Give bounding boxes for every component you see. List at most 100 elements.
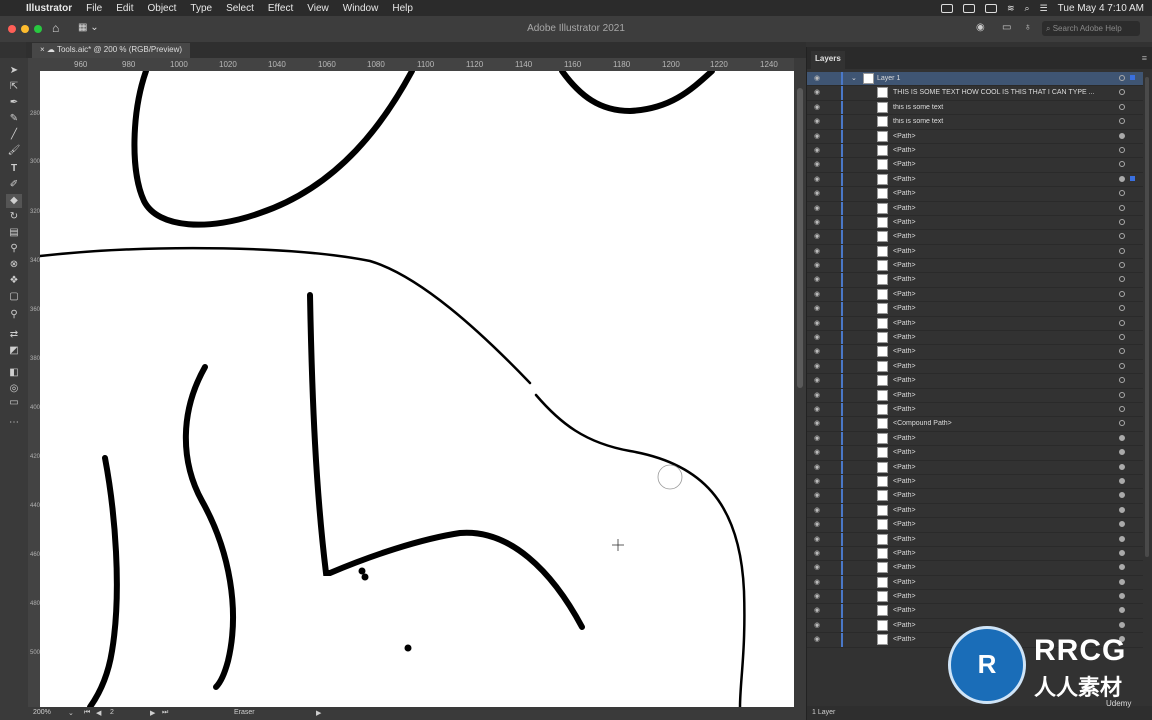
menu-file[interactable]: File xyxy=(86,3,102,14)
visibility-eye-icon[interactable]: ◉ xyxy=(814,550,823,557)
item-name[interactable]: <Path> xyxy=(893,233,1103,240)
item-target-icon[interactable] xyxy=(1119,521,1125,528)
current-tool-label[interactable]: Eraser xyxy=(234,709,255,716)
screen-icon[interactable] xyxy=(940,3,953,13)
layers-panel-tab[interactable]: Layers xyxy=(811,51,845,69)
item-name[interactable]: <Path> xyxy=(893,305,1103,312)
visibility-eye-icon[interactable]: ◉ xyxy=(814,89,823,96)
path-hair-curve[interactable] xyxy=(559,71,715,115)
visibility-eye-icon[interactable]: ◉ xyxy=(814,161,823,168)
more-tools-icon[interactable]: ⋯ xyxy=(6,416,22,430)
layer-item-row[interactable]: ◉ this is some text xyxy=(807,100,1143,116)
zoom-tool-icon[interactable]: ⚲ xyxy=(6,308,22,322)
layer-item-row[interactable]: ◉ <Path> xyxy=(807,446,1143,461)
item-name[interactable]: <Path> xyxy=(893,248,1103,255)
layer-item-row[interactable]: ◉ <Path> xyxy=(807,172,1143,188)
visibility-eye-icon[interactable]: ◉ xyxy=(814,248,823,255)
visibility-eye-icon[interactable]: ◉ xyxy=(814,320,823,327)
item-target-icon[interactable] xyxy=(1119,405,1125,412)
layer-item-row[interactable]: ◉ <Path> xyxy=(807,345,1143,360)
visibility-eye-icon[interactable]: ◉ xyxy=(814,147,823,154)
panel-icon[interactable]: ▭ xyxy=(1002,22,1011,33)
fill-stroke-swatch-icon[interactable]: ◩ xyxy=(6,344,22,364)
layer-item-row[interactable]: ◉ <Path> xyxy=(807,273,1143,288)
visibility-eye-icon[interactable]: ◉ xyxy=(814,492,823,499)
item-name[interactable]: <Path> xyxy=(893,176,1103,183)
item-target-icon[interactable] xyxy=(1119,218,1125,225)
item-target-icon[interactable] xyxy=(1119,262,1125,269)
close-tab-icon[interactable]: × xyxy=(40,45,47,54)
item-name[interactable]: <Path> xyxy=(893,406,1103,413)
layer-selection-indicator[interactable] xyxy=(1130,75,1135,80)
item-name[interactable]: <Path> xyxy=(893,377,1103,384)
user-icon[interactable]: ◉ xyxy=(976,22,985,33)
item-name[interactable]: <Path> xyxy=(893,593,1103,600)
draw-mode-icon[interactable]: ◎ xyxy=(6,382,22,396)
pen-tool-icon[interactable]: ✒ xyxy=(6,96,22,110)
item-name[interactable]: <Path> xyxy=(893,536,1103,543)
layer-item-row[interactable]: ◉ <Compound Path> xyxy=(807,417,1143,432)
item-name[interactable]: <Path> xyxy=(893,464,1103,471)
symbol-sprayer-tool-icon[interactable]: ❖ xyxy=(6,274,22,288)
layers-scroll-thumb[interactable] xyxy=(1145,77,1149,557)
layer-name[interactable]: Layer 1 xyxy=(877,75,1087,82)
visibility-eye-icon[interactable]: ◉ xyxy=(814,305,823,312)
menu-window[interactable]: Window xyxy=(343,3,379,14)
artboard-first-icon[interactable]: ⏮ xyxy=(84,709,90,717)
path-left-stroke[interactable] xyxy=(87,455,120,707)
visibility-eye-icon[interactable]: ◉ xyxy=(814,392,823,399)
menu-object[interactable]: Object xyxy=(147,3,176,14)
layer-item-row[interactable]: ◉ <Path> xyxy=(807,331,1143,346)
visibility-eye-icon[interactable]: ◉ xyxy=(814,607,823,614)
visibility-eye-icon[interactable]: ◉ xyxy=(814,334,823,341)
layer-item-row[interactable]: ◉ <Path> xyxy=(807,503,1143,519)
layer-row[interactable]: ◉ ⌄ Layer 1 xyxy=(807,72,1143,87)
layer-item-row[interactable]: ◉ <Path> xyxy=(807,532,1143,547)
item-target-icon[interactable] xyxy=(1119,319,1125,326)
item-name[interactable]: <Path> xyxy=(893,579,1103,586)
layer-item-row[interactable]: ◉ <Path> xyxy=(807,259,1143,274)
layer-item-row[interactable]: ◉ <Path> xyxy=(807,201,1143,216)
path-arm-line[interactable] xyxy=(534,393,746,707)
layer-item-row[interactable]: ◉ <Path> xyxy=(807,287,1143,303)
item-target-icon[interactable] xyxy=(1119,477,1125,484)
artboard-canvas[interactable] xyxy=(40,71,794,707)
layer-item-row[interactable]: ◉ <Path> xyxy=(807,402,1143,418)
visibility-eye-icon[interactable]: ◉ xyxy=(814,104,823,111)
item-target-icon[interactable] xyxy=(1119,463,1125,470)
item-name[interactable]: <Path> xyxy=(893,190,1103,197)
dot-point[interactable] xyxy=(358,567,366,575)
layer-item-row[interactable]: ◉ <Path> xyxy=(807,215,1143,231)
mirror-icon[interactable] xyxy=(962,3,975,13)
item-name[interactable]: <Path> xyxy=(893,392,1103,399)
item-target-icon[interactable] xyxy=(1119,247,1125,254)
item-name[interactable]: <Path> xyxy=(893,478,1103,485)
item-target-icon[interactable] xyxy=(1119,334,1125,341)
menu-help[interactable]: Help xyxy=(392,3,413,14)
eraser-tool-icon[interactable]: ◆ xyxy=(6,194,22,208)
layer-item-row[interactable]: ◉ <Path> xyxy=(807,575,1143,591)
vertical-ruler[interactable]: 280 300 320 340 360 380 400 420 440 460 … xyxy=(28,71,40,707)
visibility-eye-icon[interactable]: ◉ xyxy=(814,377,823,384)
visibility-eye-icon[interactable]: ◉ xyxy=(814,118,823,125)
visibility-eye-icon[interactable]: ◉ xyxy=(814,176,823,183)
menu-type[interactable]: Type xyxy=(190,3,212,14)
item-name[interactable]: <Path> xyxy=(893,276,1103,283)
ruler-corner[interactable] xyxy=(28,58,40,71)
item-name[interactable]: <Path> xyxy=(893,133,1103,140)
direct-selection-tool-icon[interactable]: ⇱ xyxy=(6,80,22,94)
layer-item-row[interactable]: ◉ <Path> xyxy=(807,302,1143,317)
panel-menu-icon[interactable]: ≡ xyxy=(1142,53,1147,63)
artboard-next-icon[interactable]: ▶ xyxy=(150,709,155,717)
visibility-eye-icon[interactable]: ◉ xyxy=(814,435,823,442)
item-target-icon[interactable] xyxy=(1119,362,1125,369)
layer-item-row[interactable]: ◉ <Path> xyxy=(807,316,1143,332)
wifi-icon[interactable]: ≋ xyxy=(1007,3,1015,14)
menu-select[interactable]: Select xyxy=(226,3,254,14)
layer-item-row[interactable]: ◉ <Path> xyxy=(807,561,1143,576)
layer-item-row[interactable]: ◉ <Path> xyxy=(807,460,1143,475)
item-target-icon[interactable] xyxy=(1119,161,1125,168)
layer-item-row[interactable]: ◉ <Path> xyxy=(807,590,1143,605)
item-name[interactable]: <Path> xyxy=(893,507,1103,514)
menu-app-name[interactable]: Illustrator xyxy=(26,3,72,14)
